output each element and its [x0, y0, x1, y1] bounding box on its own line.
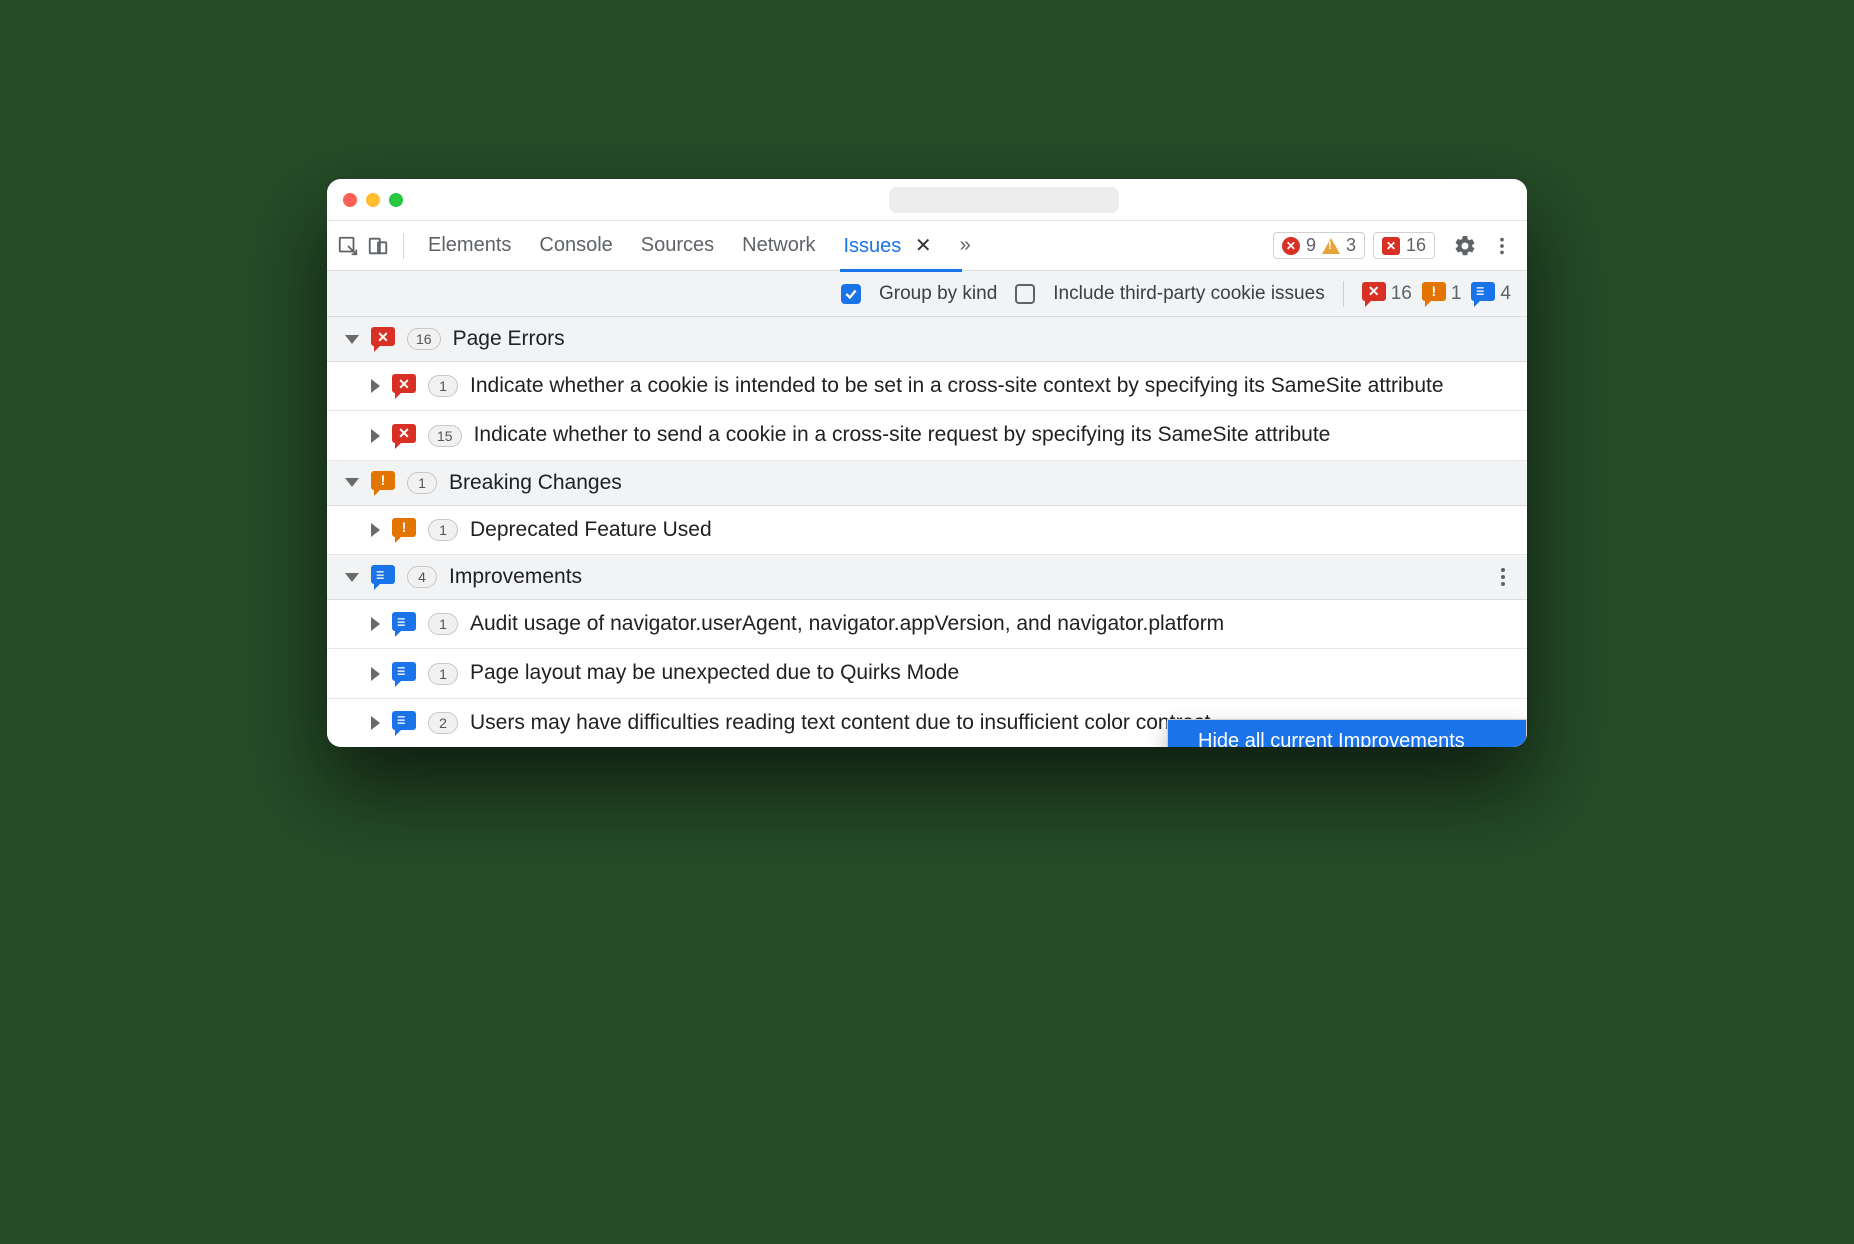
close-window-button[interactable] — [343, 193, 357, 207]
group-count: 1 — [407, 472, 437, 494]
tab-elements[interactable]: Elements — [428, 234, 511, 257]
info-bubble-icon — [371, 565, 395, 589]
filterbar-separator — [1343, 281, 1344, 307]
issue-row[interactable]: 1 Deprecated Feature Used — [327, 506, 1527, 555]
issues-badge[interactable]: ✕ 16 — [1373, 232, 1435, 259]
more-vert-icon[interactable] — [1491, 235, 1513, 257]
chevron-right-icon — [371, 716, 380, 730]
target-pill — [889, 187, 1119, 213]
device-toggle-icon[interactable] — [367, 235, 389, 257]
tab-sources[interactable]: Sources — [641, 234, 714, 257]
error-circle-icon: ✕ — [1282, 237, 1300, 255]
error-square-icon: ✕ — [1382, 237, 1400, 255]
group-count: 4 — [407, 566, 437, 588]
group-header-breaking-changes[interactable]: 1 Breaking Changes — [327, 461, 1527, 506]
info-bubble-icon — [1471, 282, 1495, 306]
traffic-lights — [327, 193, 403, 207]
issues-list: 16 Page Errors 1 Indicate whether a cook… — [327, 317, 1527, 747]
include-3p-label: Include third-party cookie issues — [1053, 283, 1324, 305]
issues-count: 16 — [1406, 235, 1426, 256]
titlebar: DevTools — [327, 179, 1527, 221]
issue-row[interactable]: 1 Indicate whether a cookie is intended … — [327, 362, 1527, 411]
chevron-down-icon — [345, 573, 359, 582]
issue-row[interactable]: 1 Audit usage of navigator.userAgent, na… — [327, 600, 1527, 649]
issue-count: 1 — [428, 613, 458, 635]
warning-triangle-icon — [1322, 238, 1340, 254]
zoom-window-button[interactable] — [389, 193, 403, 207]
issue-text: Deprecated Feature Used — [470, 516, 1509, 544]
issue-row[interactable]: 1 Page layout may be unexpected due to Q… — [327, 649, 1527, 698]
group-title: Page Errors — [453, 327, 565, 351]
close-icon[interactable]: ✕ — [915, 235, 932, 257]
issue-count: 1 — [428, 663, 458, 685]
error-bubble-icon — [371, 327, 395, 351]
chevron-right-icon — [371, 523, 380, 537]
error-count: 9 — [1306, 235, 1316, 256]
group-by-kind-label: Group by kind — [879, 283, 997, 305]
issue-count: 1 — [428, 519, 458, 541]
console-errors-warnings-badge[interactable]: ✕ 9 3 — [1273, 232, 1365, 259]
inspect-element-icon[interactable] — [337, 235, 359, 257]
issue-text: Audit usage of navigator.userAgent, navi… — [470, 610, 1509, 638]
tab-console[interactable]: Console — [539, 234, 612, 257]
issue-text: Page layout may be unexpected due to Qui… — [470, 659, 1509, 687]
warning-bubble-icon — [392, 518, 416, 542]
tab-network[interactable]: Network — [742, 234, 815, 257]
warning-kind-count: 1 — [1451, 283, 1462, 305]
checkbox-include-3p[interactable] — [1015, 284, 1035, 304]
issue-count: 2 — [428, 712, 458, 734]
chevron-right-icon — [371, 667, 380, 681]
chevron-down-icon — [345, 478, 359, 487]
chevron-right-icon — [371, 429, 380, 443]
toolbar-separator — [403, 233, 404, 259]
menu-item-hide-improvements[interactable]: Hide all current Improvements — [1168, 720, 1526, 747]
group-title: Improvements — [449, 565, 582, 589]
issue-text: Indicate whether a cookie is intended to… — [470, 372, 1509, 400]
tab-issues[interactable]: Issues ✕ — [844, 233, 932, 258]
issue-count: 15 — [428, 425, 462, 447]
main-toolbar: Elements Console Sources Network Issues … — [327, 221, 1527, 271]
error-bubble-icon — [392, 374, 416, 398]
issue-text: Indicate whether to send a cookie in a c… — [474, 421, 1509, 449]
issue-row[interactable]: 15 Indicate whether to send a cookie in … — [327, 411, 1527, 460]
warning-bubble-icon — [371, 471, 395, 495]
group-header-page-errors[interactable]: 16 Page Errors — [327, 317, 1527, 362]
minimize-window-button[interactable] — [366, 193, 380, 207]
issues-filter-bar: Group by kind Include third-party cookie… — [327, 271, 1527, 317]
chevron-down-icon — [345, 335, 359, 344]
error-bubble-icon — [1362, 282, 1386, 306]
tab-issues-label: Issues — [844, 235, 902, 257]
panel-tabs: Elements Console Sources Network Issues … — [428, 233, 971, 258]
group-header-improvements[interactable]: 4 Improvements — [327, 555, 1527, 600]
group-menu-button[interactable] — [1495, 562, 1511, 592]
issue-kind-counts: 16 1 4 — [1362, 282, 1511, 306]
issue-count: 1 — [428, 375, 458, 397]
error-bubble-icon — [392, 424, 416, 448]
chevron-right-icon — [371, 379, 380, 393]
info-bubble-icon — [392, 612, 416, 636]
info-kind-count: 4 — [1500, 283, 1511, 305]
context-menu: Hide all current Improvements — [1167, 719, 1527, 747]
checkbox-group-by-kind[interactable] — [841, 284, 861, 304]
warning-count: 3 — [1346, 235, 1356, 256]
devtools-window: DevTools Elements Console Sources Networ… — [327, 179, 1527, 747]
settings-gear-icon[interactable] — [1453, 234, 1477, 258]
info-bubble-icon — [392, 711, 416, 735]
chevron-right-icon — [371, 617, 380, 631]
more-tabs-icon[interactable]: » — [960, 234, 971, 257]
error-kind-count: 16 — [1391, 283, 1412, 305]
group-title: Breaking Changes — [449, 471, 622, 495]
warning-bubble-icon — [1422, 282, 1446, 306]
info-bubble-icon — [392, 662, 416, 686]
group-count: 16 — [407, 328, 441, 350]
